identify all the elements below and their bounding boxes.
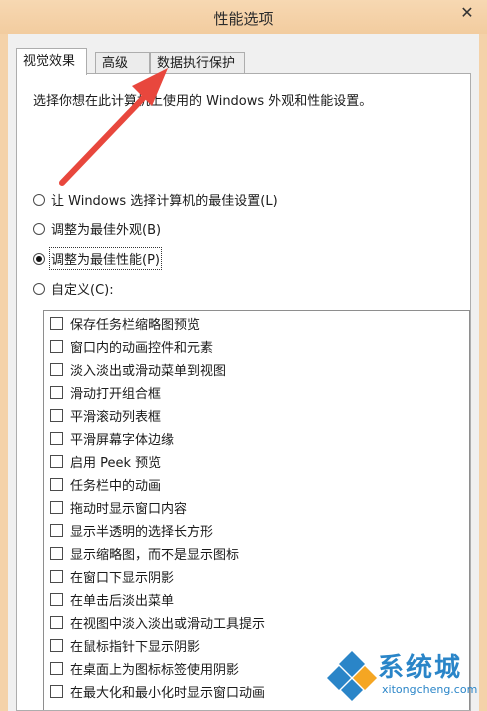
effect-label: 保存任务栏缩略图预览 — [70, 317, 201, 333]
checkbox[interactable] — [50, 523, 63, 537]
effect-label: 滑动打开组合框 — [70, 386, 162, 402]
checkbox[interactable] — [50, 569, 63, 583]
settings-description: 选择你想在此计算机上使用的 Windows 外观和性能设置。 — [33, 94, 373, 109]
close-button[interactable]: ✕ — [447, 0, 487, 24]
effect-label: 在单击后淡出菜单 — [70, 593, 175, 609]
radio-label: 调整为最佳外观(B) — [51, 223, 162, 238]
radio-button-selected[interactable] — [33, 252, 45, 265]
tab-advanced[interactable]: 高级 — [95, 52, 150, 73]
watermark-brand: 系统城 — [378, 653, 463, 683]
effect-item[interactable]: 在桌面上为图标标签使用阴影 — [50, 659, 240, 678]
checkbox[interactable] — [50, 684, 63, 698]
checkbox[interactable] — [50, 454, 63, 468]
effect-label: 启用 Peek 预览 — [70, 455, 162, 471]
watermark-site: xitongcheng.com — [382, 683, 478, 696]
effect-item[interactable]: 启用 Peek 预览 — [50, 452, 162, 471]
tab-data-execution-prevention[interactable]: 数据执行保护 — [150, 52, 245, 73]
effect-label: 平滑滚动列表框 — [70, 409, 162, 425]
effect-item[interactable]: 拖动时显示窗口内容 — [50, 498, 188, 517]
watermark: 系统城 xitongcheng.com — [326, 647, 481, 707]
effect-item[interactable]: 在窗口下显示阴影 — [50, 567, 175, 586]
logo-icon — [327, 651, 377, 701]
effect-item[interactable]: 显示半透明的选择长方形 — [50, 521, 214, 540]
checkbox[interactable] — [50, 615, 63, 629]
window-title: 性能选项 — [213, 10, 274, 28]
tab-visual-effects[interactable]: 视觉效果 — [16, 48, 87, 75]
effect-item[interactable]: 窗口内的动画控件和元素 — [50, 337, 214, 356]
checkbox[interactable] — [50, 592, 63, 606]
radio-best-appearance[interactable]: 调整为最佳外观(B) — [33, 219, 161, 238]
effect-label: 在鼠标指针下显示阴影 — [70, 639, 201, 655]
effect-item[interactable]: 平滑屏幕字体边缘 — [50, 429, 175, 448]
dialog-client: 视觉效果 高级 数据执行保护 选择你想在此计算机上使用的 Windows 外观和… — [8, 34, 479, 711]
effect-item[interactable]: 在最大化和最小化时显示窗口动画 — [50, 682, 266, 701]
radio-label: 自定义(C): — [51, 283, 114, 298]
radio-custom[interactable]: 自定义(C): — [33, 279, 114, 298]
radio-label: 让 Windows 选择计算机的最佳设置(L) — [51, 194, 278, 209]
effect-label: 平滑屏幕字体边缘 — [70, 432, 175, 448]
effect-label: 拖动时显示窗口内容 — [70, 501, 188, 517]
checkbox[interactable] — [50, 385, 63, 399]
checkbox[interactable] — [50, 477, 63, 491]
checkbox[interactable] — [50, 500, 63, 514]
checkbox[interactable] — [50, 638, 63, 652]
radio-button[interactable] — [33, 282, 45, 295]
checkbox[interactable] — [50, 546, 63, 560]
effect-item[interactable]: 滑动打开组合框 — [50, 383, 162, 402]
effect-label: 在最大化和最小化时显示窗口动画 — [70, 685, 266, 701]
effect-label: 在窗口下显示阴影 — [70, 570, 175, 586]
checkbox[interactable] — [50, 362, 63, 376]
radio-button[interactable] — [33, 193, 45, 206]
effect-label: 淡入淡出或滑动菜单到视图 — [70, 363, 227, 379]
checkbox[interactable] — [50, 316, 63, 330]
radio-button[interactable] — [33, 222, 45, 235]
effect-label: 显示缩略图，而不是显示图标 — [70, 547, 240, 563]
effect-label: 显示半透明的选择长方形 — [70, 524, 214, 540]
checkbox[interactable] — [50, 408, 63, 422]
effect-label: 窗口内的动画控件和元素 — [70, 340, 214, 356]
effect-item[interactable]: 淡入淡出或滑动菜单到视图 — [50, 360, 227, 379]
effect-item[interactable]: 在单击后淡出菜单 — [50, 590, 175, 609]
effect-item[interactable]: 保存任务栏缩略图预览 — [50, 314, 201, 333]
effect-item[interactable]: 显示缩略图，而不是显示图标 — [50, 544, 240, 563]
checkbox[interactable] — [50, 431, 63, 445]
radio-label: 调整为最佳性能(P) — [49, 247, 162, 270]
effect-label: 任务栏中的动画 — [70, 478, 162, 494]
close-icon: ✕ — [460, 2, 474, 22]
effect-item[interactable]: 任务栏中的动画 — [50, 475, 162, 494]
effect-label: 在视图中淡入淡出或滑动工具提示 — [70, 616, 266, 632]
checkbox[interactable] — [50, 661, 63, 675]
visual-effects-panel: 选择你想在此计算机上使用的 Windows 外观和性能设置。 让 Windows… — [16, 73, 471, 711]
effect-item[interactable]: 在视图中淡入淡出或滑动工具提示 — [50, 613, 266, 632]
effect-item[interactable]: 平滑滚动列表框 — [50, 406, 162, 425]
effect-label: 在桌面上为图标标签使用阴影 — [70, 662, 240, 678]
title-bar: 性能选项 ✕ — [0, 0, 487, 34]
effect-item[interactable]: 在鼠标指针下显示阴影 — [50, 636, 201, 655]
checkbox[interactable] — [50, 339, 63, 353]
radio-let-windows-choose[interactable]: 让 Windows 选择计算机的最佳设置(L) — [33, 190, 278, 209]
radio-best-performance[interactable]: 调整为最佳性能(P) — [33, 247, 162, 270]
